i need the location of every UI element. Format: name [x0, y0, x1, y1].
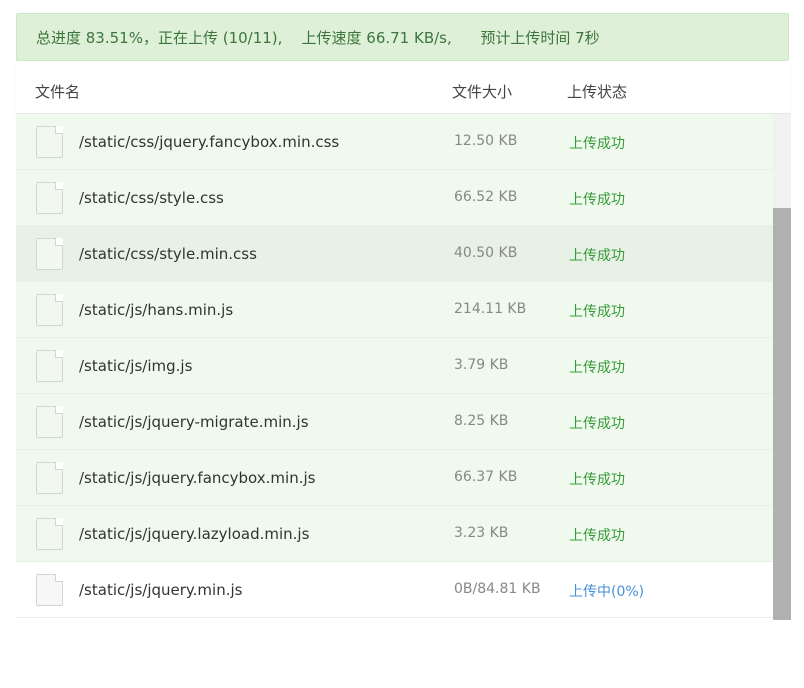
- file-list[interactable]: /static/css/jquery.fancybox.min.css 12.5…: [16, 114, 773, 620]
- file-row[interactable]: /static/js/img.js 3.79 KB 上传成功: [16, 338, 773, 394]
- file-size: 12.50 KB: [454, 133, 518, 149]
- file-row[interactable]: /static/js/jquery-migrate.min.js 8.25 KB…: [16, 394, 773, 450]
- upload-status: 上传成功: [569, 192, 625, 208]
- file-size: 214.11 KB: [454, 301, 527, 317]
- file-row[interactable]: /static/js/jquery.min.js 0B/84.81 KB 上传中…: [16, 562, 773, 618]
- upload-status: 上传成功: [569, 136, 625, 152]
- file-row[interactable]: /static/js/jquery.fancybox.min.js 66.37 …: [16, 450, 773, 506]
- upload-status: 上传成功: [569, 416, 625, 432]
- column-header-size: 文件大小: [452, 83, 513, 101]
- file-size: 66.37 KB: [454, 469, 518, 485]
- file-row[interactable]: /static/js/hans.min.js 214.11 KB 上传成功: [16, 282, 773, 338]
- file-size: 0B/84.81 KB: [454, 581, 541, 597]
- column-header-status: 上传状态: [567, 83, 628, 101]
- file-row[interactable]: /static/css/jquery.fancybox.min.css 12.5…: [16, 114, 773, 170]
- file-row[interactable]: /static/css/style.css 66.52 KB 上传成功: [16, 170, 773, 226]
- file-icon: [36, 350, 63, 382]
- upload-status: 上传成功: [569, 304, 625, 320]
- file-name: /static/css/jquery.fancybox.min.css: [79, 133, 340, 151]
- file-name: /static/css/style.min.css: [79, 245, 257, 263]
- upload-progress-summary: 总进度 83.51%，正在上传 (10/11), 上传速度 66.71 KB/s…: [16, 13, 789, 61]
- column-header-name: 文件名: [35, 83, 81, 101]
- file-table-header: 文件名 文件大小 上传状态: [16, 64, 791, 114]
- file-name: /static/js/jquery.lazyload.min.js: [79, 525, 310, 543]
- file-size: 3.79 KB: [454, 357, 509, 373]
- file-icon: [36, 294, 63, 326]
- file-icon: [36, 182, 63, 214]
- file-size: 8.25 KB: [454, 413, 509, 429]
- file-size: 40.50 KB: [454, 245, 518, 261]
- upload-status: 上传成功: [569, 248, 625, 264]
- upload-status: 上传成功: [569, 472, 625, 488]
- file-icon: [36, 518, 63, 550]
- upload-status: 上传成功: [569, 528, 625, 544]
- file-name: /static/js/jquery.min.js: [79, 581, 243, 599]
- file-icon: [36, 238, 63, 270]
- file-icon: [36, 462, 63, 494]
- file-name: /static/js/jquery.fancybox.min.js: [79, 469, 316, 487]
- file-row[interactable]: /static/css/style.min.css 40.50 KB 上传成功: [16, 226, 773, 282]
- file-icon: [36, 126, 63, 158]
- file-icon: [36, 574, 63, 606]
- upload-status: 上传成功: [569, 360, 625, 376]
- file-icon: [36, 406, 63, 438]
- file-size: 66.52 KB: [454, 189, 518, 205]
- file-name: /static/js/jquery-migrate.min.js: [79, 413, 309, 431]
- file-name: /static/js/img.js: [79, 357, 193, 375]
- file-list-scrollbar[interactable]: [773, 114, 791, 620]
- file-row[interactable]: /static/js/jquery.lazyload.min.js 3.23 K…: [16, 506, 773, 562]
- file-name: /static/css/style.css: [79, 189, 224, 207]
- file-name: /static/js/hans.min.js: [79, 301, 234, 319]
- scrollbar-thumb[interactable]: [773, 208, 791, 620]
- file-size: 3.23 KB: [454, 525, 509, 541]
- upload-status: 上传中(0%): [569, 584, 645, 600]
